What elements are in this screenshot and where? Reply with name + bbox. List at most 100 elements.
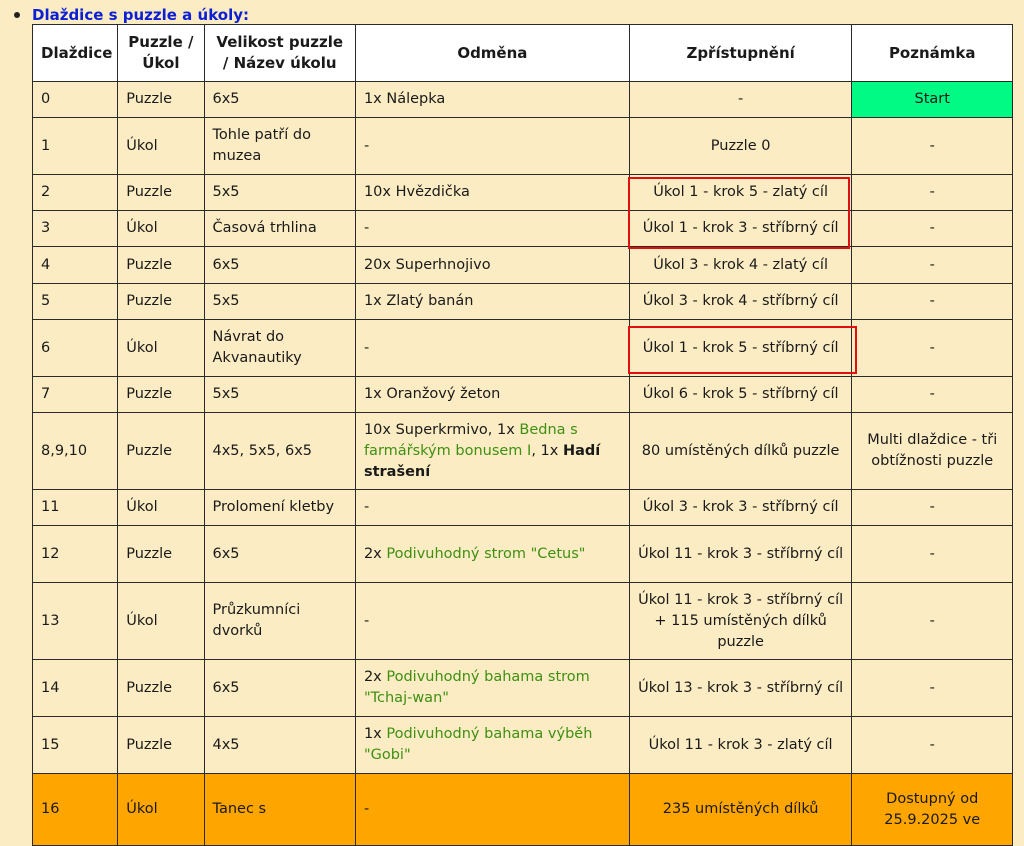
col-header-tile: Dlaždice [31, 24, 119, 82]
reward-link[interactable]: Podivuhodný strom "Cetus" [386, 546, 585, 562]
col-header-name: Velikost puzzle / Název úkolu [203, 24, 356, 82]
cell-type: Úkol [117, 582, 205, 660]
heading-title: Dlaždice s puzzle a úkoly: [32, 6, 249, 24]
cell-note: - [851, 582, 1013, 660]
cell-unlock: Úkol 3 - krok 4 - stříbrný cíl [628, 283, 853, 320]
cell-type: Puzzle [117, 174, 205, 211]
cell-unlock: Úkol 1 - krok 3 - stříbrný cíl [628, 210, 853, 247]
cell-unlock: Úkol 11 - krok 3 - zlatý cíl [628, 716, 853, 774]
cell-type: Úkol [117, 489, 205, 526]
cell-reward: 2x Podivuhodný bahama strom "Tchaj-wan" [354, 659, 630, 717]
reward-text: , 1x [531, 442, 563, 459]
cell-reward: 1x Zlatý banán [354, 283, 630, 320]
cell-name: 6x5 [203, 246, 356, 284]
table-row: 1 Úkol Tohle patří do muzea - Puzzle 0 - [31, 117, 1013, 175]
cell-name: 4x5 [203, 716, 356, 774]
cell-unlock: 80 umístěných dílků puzzle [628, 412, 853, 490]
table-row: 6 Úkol Návrat do Akvanautiky - Úkol 1 - … [31, 319, 1013, 377]
cell-type: Úkol [117, 773, 205, 846]
cell-unlock: - [628, 81, 853, 118]
cell-type: Úkol [117, 319, 205, 377]
cell-note-start: Start [851, 81, 1013, 118]
cell-reward: - [354, 117, 630, 175]
cell-note: - [851, 283, 1013, 320]
section-heading: Dlaždice s puzzle a úkoly: [14, 6, 249, 24]
reward-text: 2x [363, 545, 387, 562]
cell-unlock: Úkol 13 - krok 3 - stříbrný cíl [628, 659, 853, 717]
cell-reward: 10x Hvězdička [354, 174, 630, 211]
cell-type: Puzzle [117, 525, 205, 583]
reward-text: 10x Superkrmivo, 1x [363, 421, 520, 438]
cell-tile: 1 [31, 117, 119, 175]
cell-unlock: Úkol 6 - krok 5 - stříbrný cíl [628, 376, 853, 413]
cell-type: Úkol [117, 117, 205, 175]
cell-reward: - [354, 210, 630, 247]
cell-reward: - [354, 319, 630, 377]
table-header-row: Dlaždice Puzzle / Úkol Velikost puzzle /… [31, 24, 1013, 82]
col-header-unlock: Zpřístupnění [628, 24, 853, 82]
cell-name: 5x5 [203, 174, 356, 211]
reward-text: 2x [363, 669, 387, 685]
cell-reward: 1x Podivuhodný bahama výběh "Gobi" [354, 716, 630, 774]
cell-reward: 1x Nálepka [354, 81, 630, 118]
cell-tile: 5 [31, 283, 119, 320]
cell-unlock: 235 umístěných dílků [628, 773, 853, 846]
cell-name: Průzkumníci dvorků [203, 582, 356, 660]
cell-type: Puzzle [117, 412, 205, 490]
table-row: 12 Puzzle 6x5 2x Podivuhodný strom "Cetu… [31, 525, 1013, 583]
cell-note: - [851, 525, 1013, 583]
table-row: 2 Puzzle 5x5 10x Hvězdička Úkol 1 - krok… [31, 174, 1013, 211]
reward-text: 1x [363, 726, 387, 742]
cell-unlock: Úkol 1 - krok 5 - stříbrný cíl [628, 319, 853, 377]
cell-tile: 4 [31, 246, 119, 284]
cell-reward: 1x Oranžový žeton [354, 376, 630, 413]
col-header-reward: Odměna [354, 24, 630, 82]
cell-tile: 13 [31, 582, 119, 660]
cell-type: Puzzle [117, 659, 205, 717]
cell-note: - [851, 716, 1013, 774]
cell-type: Úkol [117, 210, 205, 247]
tiles-table: Dlaždice Puzzle / Úkol Velikost puzzle /… [31, 24, 1013, 846]
table-row: 13 Úkol Průzkumníci dvorků - Úkol 11 - k… [31, 582, 1013, 660]
bullet-icon [14, 12, 20, 18]
cell-tile: 8,9,10 [31, 412, 119, 490]
cell-reward: 20x Superhnojivo [354, 246, 630, 284]
cell-tile: 0 [31, 81, 119, 118]
cell-unlock: Úkol 3 - krok 3 - stříbrný cíl [628, 489, 853, 526]
cell-unlock: Puzzle 0 [628, 117, 853, 175]
cell-note: - [851, 659, 1013, 717]
cell-type: Puzzle [117, 246, 205, 284]
cell-tile: 15 [31, 716, 119, 774]
cell-name: 4x5, 5x5, 6x5 [203, 412, 356, 490]
cell-tile: 6 [31, 319, 119, 377]
cell-name: Návrat do Akvanautiky [203, 319, 356, 377]
reward-link[interactable]: Podivuhodný bahama strom "Tchaj-wan" [364, 669, 590, 706]
cell-name: Tohle patří do muzea [203, 117, 356, 175]
cell-tile: 2 [31, 174, 119, 211]
cell-unlock: Úkol 11 - krok 3 - stříbrný cíl + 115 um… [628, 582, 853, 660]
cell-tile: 3 [31, 210, 119, 247]
table-row: 15 Puzzle 4x5 1x Podivuhodný bahama výbě… [31, 716, 1013, 774]
cell-note: Dostupný od 25.9.2025 ve [851, 773, 1013, 846]
table-row: 11 Úkol Prolomení kletby - Úkol 3 - krok… [31, 489, 1013, 526]
cell-reward: - [354, 489, 630, 526]
table-row: 7 Puzzle 5x5 1x Oranžový žeton Úkol 6 - … [31, 376, 1013, 413]
col-header-type: Puzzle / Úkol [117, 24, 205, 82]
cell-name: 5x5 [203, 283, 356, 320]
cell-tile: 14 [31, 659, 119, 717]
table-row: 14 Puzzle 6x5 2x Podivuhodný bahama stro… [31, 659, 1013, 717]
cell-note: - [851, 376, 1013, 413]
cell-note: - [851, 319, 1013, 377]
cell-note: - [851, 246, 1013, 284]
cell-unlock: Úkol 1 - krok 5 - zlatý cíl [628, 174, 853, 211]
col-header-note: Poznámka [851, 24, 1013, 82]
cell-reward: 2x Podivuhodný strom "Cetus" [354, 525, 630, 583]
reward-link[interactable]: Podivuhodný bahama výběh "Gobi" [364, 726, 592, 763]
cell-tile: 12 [31, 525, 119, 583]
cell-note: Multi dlaždice - tři obtížnosti puzzle [851, 412, 1013, 490]
table-row: 8,9,10 Puzzle 4x5, 5x5, 6x5 10x Superkrm… [31, 412, 1013, 490]
cell-note: - [851, 210, 1013, 247]
table-row: 3 Úkol Časová trhlina - Úkol 1 - krok 3 … [31, 210, 1013, 247]
cell-reward: 10x Superkrmivo, 1x Bedna s farmářským b… [354, 412, 630, 490]
cell-type: Puzzle [117, 81, 205, 118]
